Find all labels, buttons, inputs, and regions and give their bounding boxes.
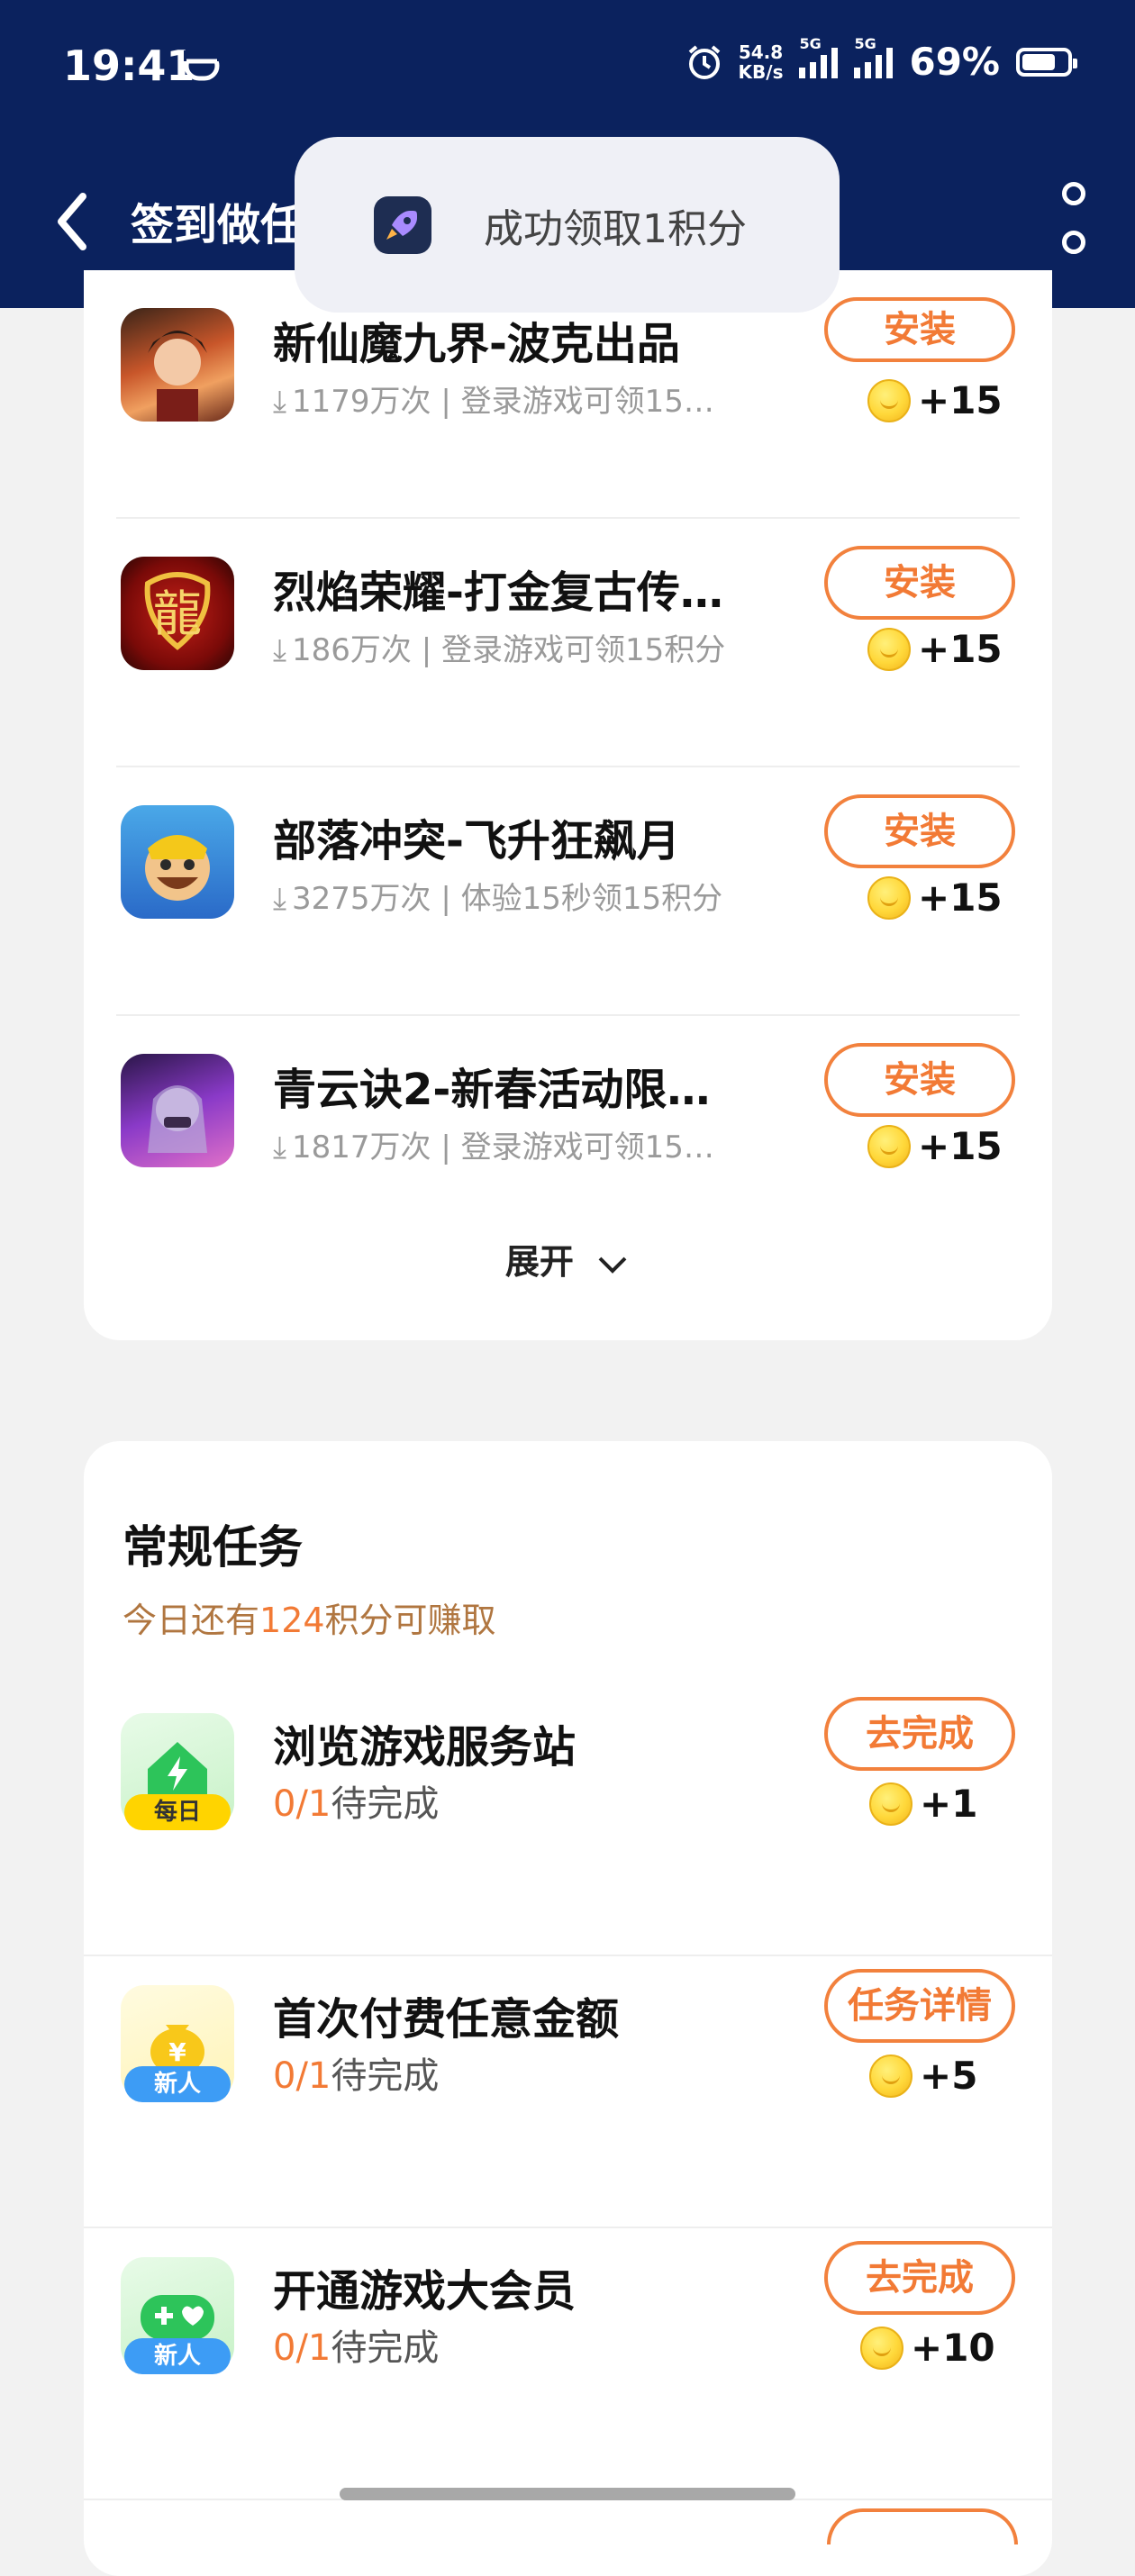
game-name: 部落冲突-飞升狂飙月 [273, 816, 680, 866]
reward: +15 [867, 378, 1003, 422]
reward: +15 [867, 1124, 1003, 1168]
next-task-button[interactable] [827, 2508, 1018, 2544]
clock: 19:41 [63, 41, 195, 90]
go-complete-button[interactable]: 去完成 [824, 1697, 1015, 1771]
reward: +1 [869, 1782, 977, 1826]
regular-tasks-card: 常规任务 今日还有124积分可赚取 每日 浏览游戏服务站 0/1待完成 去完成 … [84, 1441, 1052, 2576]
alarm-icon [688, 44, 720, 79]
more-vertical-icon[interactable] [1056, 182, 1092, 254]
task-row[interactable]: 每日 浏览游戏服务站 0/1待完成 去完成 +1 [84, 1684, 1052, 1956]
install-button[interactable]: 安装 [824, 1043, 1015, 1117]
game-row[interactable]: 青云诀2-新春活动限… ⤓ 1817万次 | 登录游戏可领15… 安装 +15 [84, 1016, 1052, 1265]
expand-button[interactable]: 展开 [84, 1234, 1052, 1283]
task-name: 开通游戏大会员 [273, 2266, 577, 2317]
coin-icon [860, 2326, 903, 2370]
svg-text:¥: ¥ [168, 2037, 186, 2067]
reward: +15 [867, 875, 1003, 920]
home-indicator[interactable] [340, 2488, 795, 2500]
download-icon: ⤓ [273, 1129, 287, 1166]
signal-1-icon: 5G [799, 35, 839, 78]
reward: +5 [869, 2054, 977, 2098]
task-name: 首次付费任意金额 [273, 1994, 620, 2045]
game-desc: ⤓ 1817万次 | 登录游戏可领15… [273, 1129, 714, 1166]
new-user-badge: 新人 [124, 2066, 231, 2102]
new-user-badge: 新人 [124, 2338, 231, 2374]
toast-message: 成功领取1积分 [484, 205, 747, 252]
success-toast: 成功领取1积分 [295, 137, 840, 313]
coin-icon [867, 378, 911, 422]
game-desc: ⤓ 186万次 | 登录游戏可领15积分 [273, 632, 726, 668]
reward: +10 [860, 2326, 995, 2370]
coin-icon [867, 1124, 911, 1168]
game-icon [121, 1054, 234, 1167]
game-icon [121, 308, 234, 422]
chevron-down-icon [598, 1256, 627, 1274]
game-icon [121, 805, 234, 919]
task-progress: 0/1待完成 [273, 1783, 440, 1825]
download-icon: ⤓ [273, 881, 287, 917]
chevron-left-icon[interactable] [47, 186, 101, 258]
task-row[interactable]: ¥ 新人 首次付费任意金额 0/1待完成 任务详情 +5 [84, 1956, 1052, 2228]
task-row[interactable]: 新人 开通游戏大会员 0/1待完成 去完成 +10 [84, 2228, 1052, 2500]
game-name: 新仙魔九界-波克出品 [273, 319, 680, 369]
game-task-card: 新仙魔九界-波克出品 ⤓ 1179万次 | 登录游戏可领15… 安装 +15 龍 … [84, 270, 1052, 1340]
task-progress: 0/1待完成 [273, 2055, 440, 2097]
task-detail-button[interactable]: 任务详情 [824, 1969, 1015, 2043]
game-row[interactable]: 龍 烈焰荣耀-打金复古传… ⤓ 186万次 | 登录游戏可领15积分 安装 +15 [84, 519, 1052, 767]
coin-icon [869, 1782, 913, 1826]
game-desc: ⤓ 1179万次 | 登录游戏可领15… [273, 384, 714, 420]
rocket-icon [374, 195, 431, 254]
task-progress: 0/1待完成 [273, 2327, 440, 2369]
signal-2-icon: 5G [854, 35, 894, 78]
svg-text:龍: 龍 [153, 585, 202, 642]
coin-icon [867, 627, 911, 671]
download-icon: ⤓ [273, 632, 287, 668]
coin-icon [867, 875, 911, 920]
game-icon: 龍 [121, 557, 234, 670]
go-complete-button[interactable]: 去完成 [824, 2241, 1015, 2315]
section-subtitle: 今日还有124积分可赚取 [123, 1601, 496, 1640]
status-bar: 19:41 54.8 KB/s 5G 5G 69% [0, 0, 1135, 135]
battery-percent: 69% [909, 40, 1000, 84]
daily-badge: 每日 [124, 1794, 231, 1830]
install-button[interactable]: 安装 [824, 297, 1015, 362]
install-button[interactable]: 安装 [824, 546, 1015, 620]
game-row[interactable]: 部落冲突-飞升狂飙月 ⤓ 3275万次 | 体验15秒领15积分 安装 +15 [84, 767, 1052, 1016]
net-speed: 54.8 KB/s [738, 41, 784, 83]
app-notification-icon [184, 50, 220, 81]
game-name: 烈焰荣耀-打金复古传… [273, 567, 723, 618]
battery-icon [1016, 47, 1077, 77]
status-icons: 54.8 KB/s 5G 5G 69% [686, 35, 1077, 84]
install-button[interactable]: 安装 [824, 794, 1015, 868]
download-icon: ⤓ [273, 384, 287, 420]
section-title: 常规任务 [123, 1521, 303, 1574]
coin-icon [869, 2054, 913, 2098]
reward: +15 [867, 627, 1003, 671]
game-name: 青云诀2-新春活动限… [273, 1065, 711, 1115]
game-desc: ⤓ 3275万次 | 体验15秒领15积分 [273, 881, 723, 917]
task-name: 浏览游戏服务站 [273, 1722, 577, 1773]
